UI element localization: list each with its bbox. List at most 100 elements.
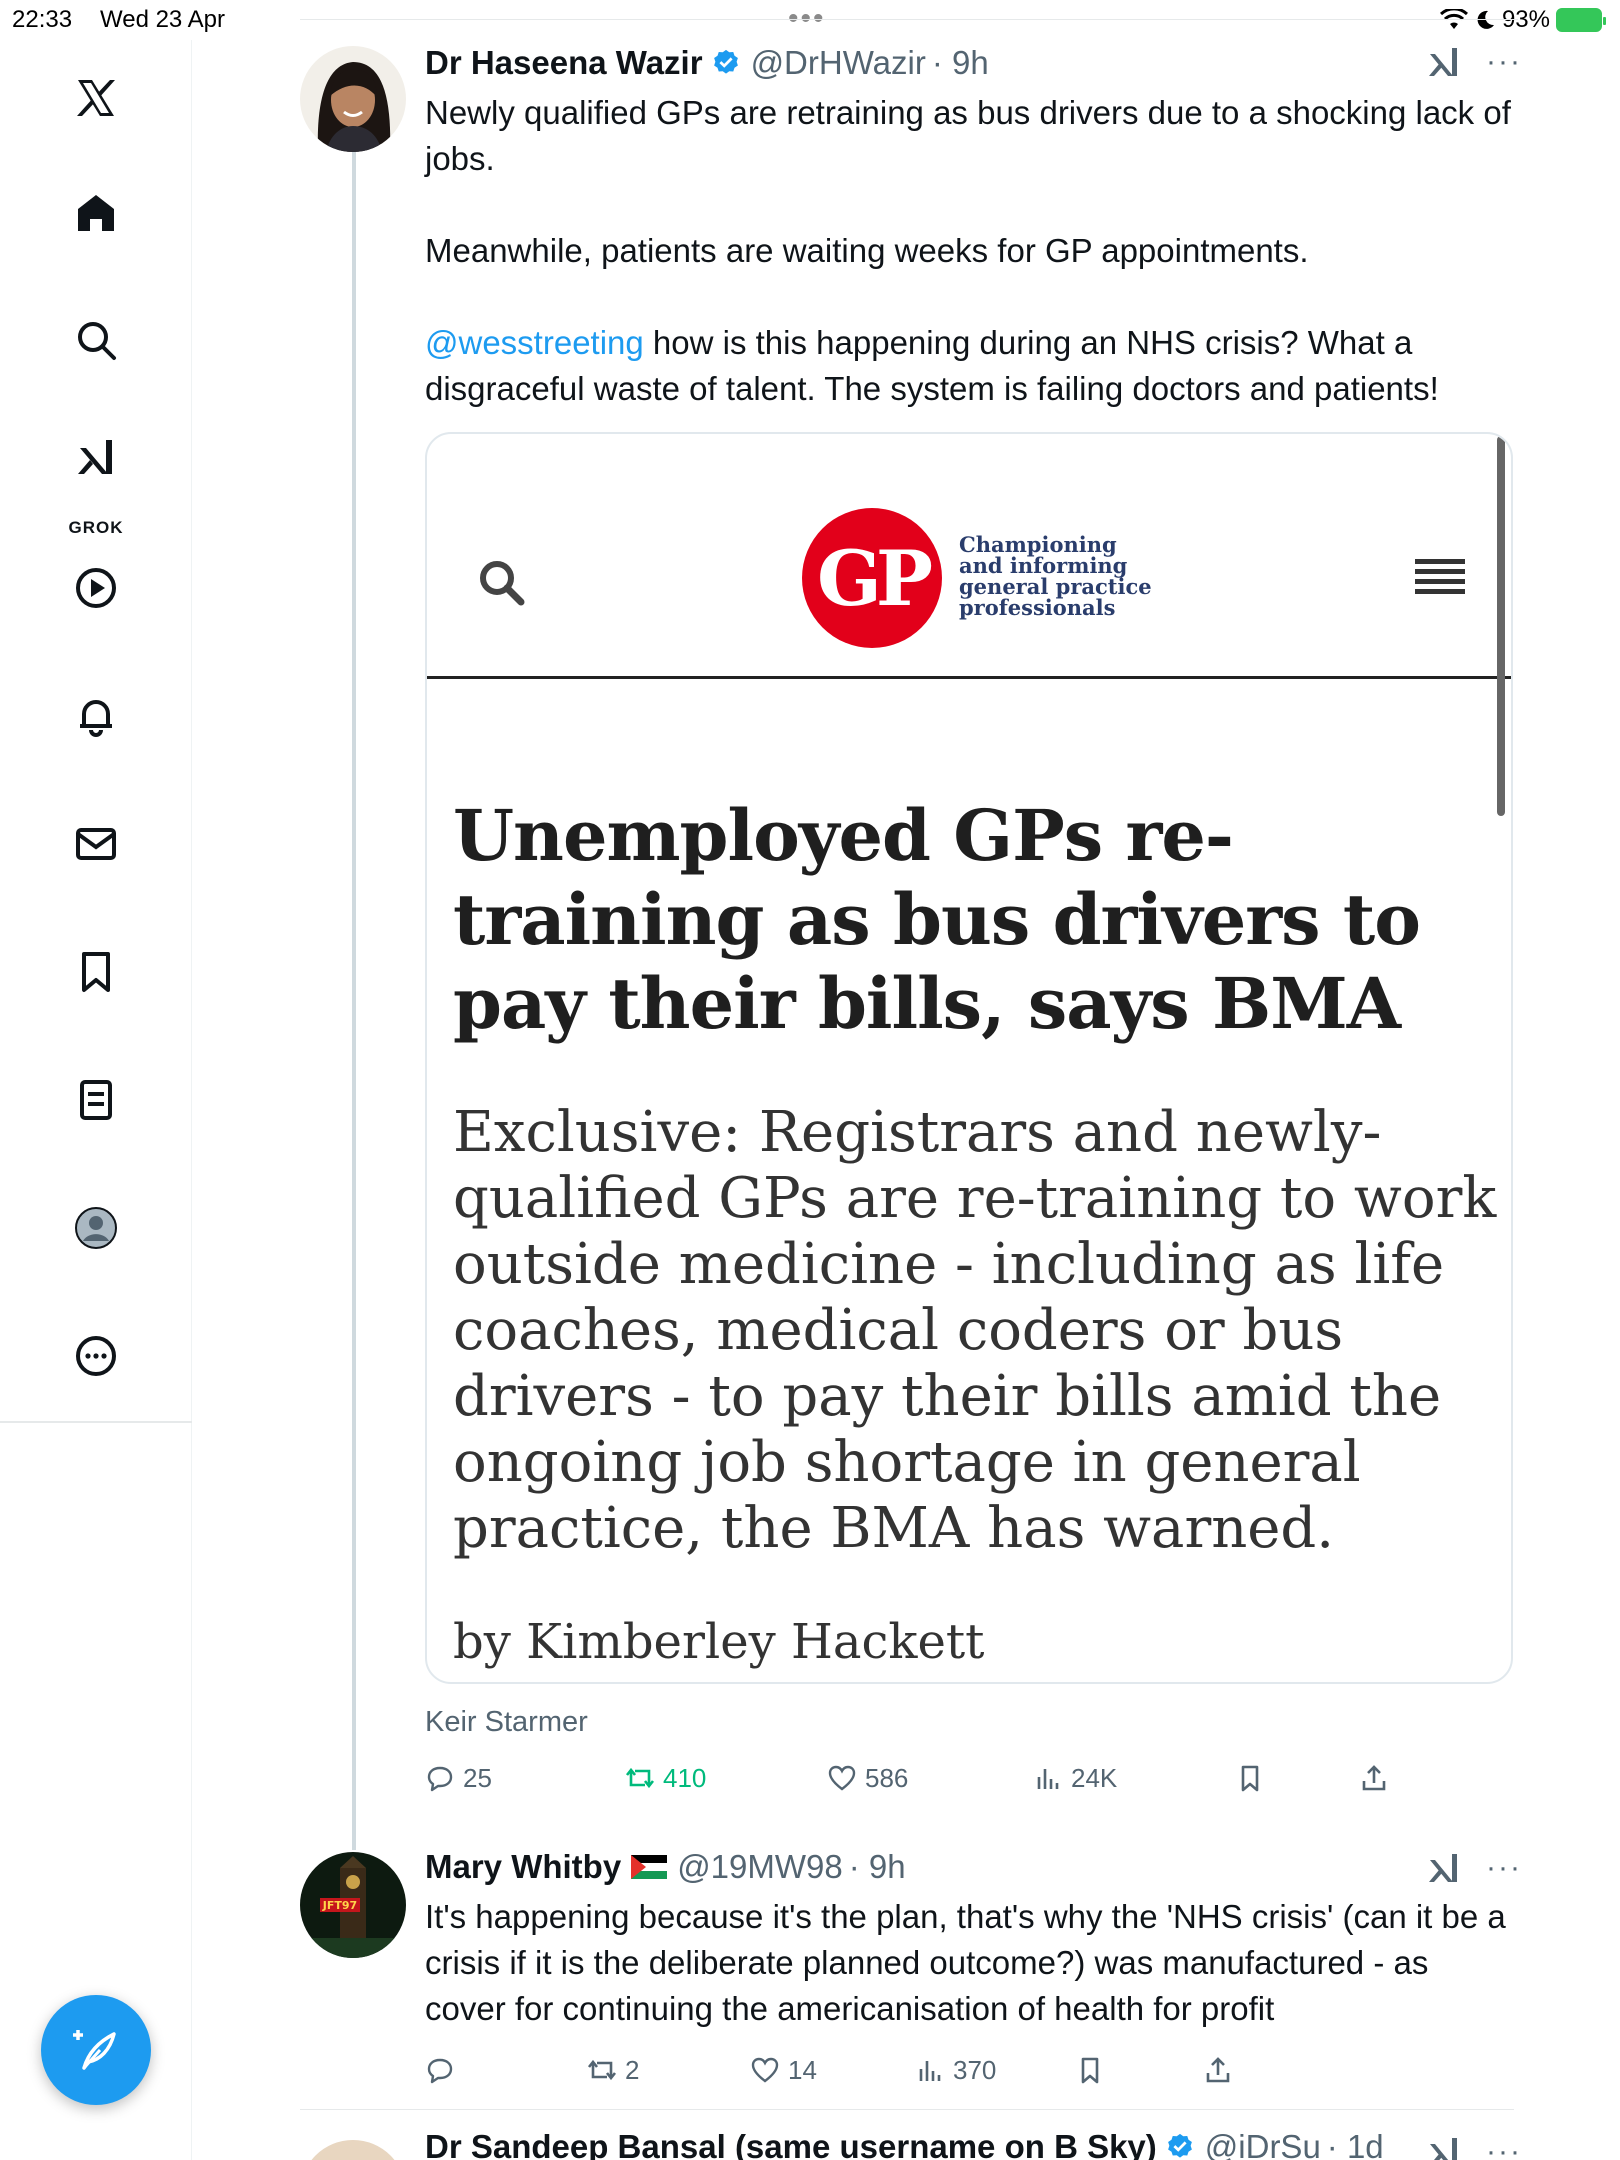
- top-divider: [300, 19, 1518, 20]
- sidebar-divider: [0, 1421, 192, 1423]
- grok-icon[interactable]: [64, 426, 128, 490]
- bookmark-button[interactable]: [1075, 2055, 1105, 2085]
- link-card[interactable]: GP Championing and informing general pra…: [425, 432, 1513, 1684]
- card-title: Unemployed GPs re-training as bus driver…: [453, 794, 1421, 1045]
- tweet-paragraph-2: Meanwhile, patients are waiting weeks fo…: [425, 232, 1309, 269]
- lists-icon[interactable]: [64, 1068, 128, 1132]
- share-icon: [1362, 1765, 1386, 1791]
- reply-author-name[interactable]: Mary Whitby: [425, 1848, 621, 1886]
- heart-icon: [828, 1765, 856, 1791]
- bookmark-icon: [1081, 2057, 1099, 2084]
- views-button[interactable]: 370: [915, 2055, 996, 2086]
- reply-icon: [427, 2058, 453, 2084]
- tweet-divider: [300, 2109, 1514, 2110]
- author-name[interactable]: Dr Haseena Wazir: [425, 44, 703, 82]
- tweet-text: Newly qualified GPs are retraining as bu…: [425, 90, 1515, 412]
- tweet-actions: 25 410 586 24K: [425, 1758, 1425, 1798]
- author-handle[interactable]: @DrHWazir: [751, 44, 926, 82]
- like-button[interactable]: 586: [827, 1763, 908, 1794]
- status-indicators: 93%: [1439, 6, 1606, 34]
- palestine-flag-icon: [631, 1855, 668, 1879]
- share-button[interactable]: [1359, 1763, 1389, 1793]
- reply-count: 25: [463, 1762, 492, 1793]
- bookmark-icon: [1241, 1765, 1259, 1792]
- status-date: Wed 23 Apr: [100, 6, 225, 33]
- grok-explain-icon[interactable]: [1424, 1848, 1464, 1888]
- reply-more-icon[interactable]: ···: [1486, 1851, 1522, 1885]
- reply-button[interactable]: [425, 2055, 463, 2085]
- gp-tagline-line: Championing: [959, 532, 1117, 557]
- verified-badge-icon: [1167, 2133, 1192, 2158]
- retweet-icon: [625, 1767, 655, 1789]
- bookmark-button[interactable]: [1235, 1763, 1265, 1793]
- card-header: GP Championing and informing general pra…: [427, 434, 1511, 679]
- card-menu-icon: [1415, 559, 1465, 599]
- card-scrollbar: [1497, 436, 1505, 816]
- tweet-paragraph-1: Newly qualified GPs are retraining as bu…: [425, 94, 1511, 177]
- reply-author-avatar[interactable]: JFT97: [300, 1852, 406, 1958]
- like-button[interactable]: 14: [750, 2055, 817, 2086]
- tweet-paragraph-3: @wesstreeting how is this happening duri…: [425, 320, 1515, 412]
- wifi-icon: [1439, 9, 1468, 29]
- third-author-name[interactable]: Dr Sandeep Bansal (same username on B Sk…: [425, 2128, 1157, 2160]
- gp-tagline-line: general practice: [959, 574, 1152, 599]
- reply-button[interactable]: 25: [425, 1763, 492, 1794]
- reply-header-actions: ···: [1424, 1848, 1522, 1888]
- views-count: 370: [953, 2054, 997, 2085]
- views-icon: [1037, 1769, 1059, 1789]
- battery-percent: 93%: [1501, 6, 1550, 33]
- reply-time[interactable]: · 9h: [849, 1848, 906, 1886]
- home-icon[interactable]: [64, 181, 128, 245]
- tweet-more-icon[interactable]: ···: [1486, 45, 1522, 79]
- author-avatar[interactable]: [300, 46, 406, 152]
- more-icon[interactable]: [64, 1324, 128, 1388]
- third-tweet-time[interactable]: · 1d: [1327, 2128, 1384, 2160]
- messages-icon[interactable]: [64, 812, 128, 876]
- gp-logo: GP: [802, 508, 942, 648]
- sidebar: GROK: [0, 40, 192, 2160]
- video-icon[interactable]: [64, 556, 128, 620]
- views-button[interactable]: 24K: [1033, 1763, 1117, 1794]
- mention-link[interactable]: @wesstreeting: [425, 324, 644, 361]
- views-icon: [919, 2061, 941, 2081]
- retweet-count: 2: [625, 2054, 640, 2085]
- grok-explain-icon[interactable]: [1424, 2132, 1464, 2160]
- third-more-icon[interactable]: ···: [1486, 2135, 1522, 2160]
- grok-explain-icon[interactable]: [1424, 42, 1464, 82]
- reply-header: Mary Whitby @19MW98 · 9h: [425, 1848, 906, 1886]
- card-source[interactable]: Keir Starmer: [425, 1706, 588, 1739]
- battery-icon: [1556, 8, 1606, 32]
- moon-icon: [1477, 10, 1494, 29]
- x-logo-icon[interactable]: [64, 66, 128, 130]
- reply-text: It's happening because it's the plan, th…: [425, 1898, 1506, 2027]
- reply-icon: [427, 1766, 453, 1792]
- retweet-button[interactable]: 2: [587, 2055, 639, 2086]
- compose-icon: [73, 2030, 116, 2070]
- views-count: 24K: [1071, 1762, 1118, 1793]
- third-author-avatar[interactable]: [300, 2140, 406, 2160]
- share-button[interactable]: [1203, 2055, 1233, 2085]
- tweet-header-actions: ···: [1424, 42, 1522, 82]
- reply-author-handle[interactable]: @19MW98: [677, 1848, 843, 1886]
- card-byline: by Kimberley Hackett: [453, 1614, 985, 1670]
- profile-icon[interactable]: [64, 1196, 128, 1260]
- retweet-count: 410: [663, 1762, 707, 1793]
- heart-icon: [751, 2057, 779, 2083]
- share-icon: [1206, 2057, 1230, 2083]
- search-icon[interactable]: [64, 308, 128, 372]
- gp-tagline-line: and informing: [959, 553, 1128, 578]
- retweet-icon: [587, 2059, 617, 2081]
- avatar-banner-text: JFT97: [322, 1899, 357, 1912]
- bookmarks-icon[interactable]: [64, 940, 128, 1004]
- compose-button[interactable]: [41, 1995, 151, 2105]
- like-count: 586: [865, 1762, 909, 1793]
- status-time: 22:33: [12, 6, 73, 33]
- tweet-time[interactable]: · 9h: [932, 44, 989, 82]
- grok-label: GROK: [68, 518, 124, 537]
- tweet-header: Dr Haseena Wazir @DrHWazir · 9h: [425, 44, 989, 82]
- status-bar: 22:33 Wed 23 Apr ••• 93%: [0, 0, 1620, 40]
- retweet-button[interactable]: 410: [625, 1763, 706, 1794]
- thread-line: [352, 150, 356, 1850]
- third-author-handle[interactable]: @iDrSu: [1205, 2128, 1321, 2160]
- notifications-icon[interactable]: [64, 684, 128, 748]
